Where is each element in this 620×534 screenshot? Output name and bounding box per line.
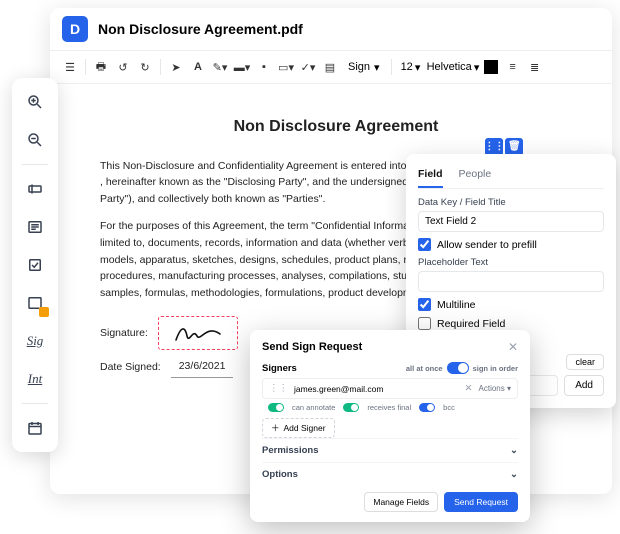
panel-tabs: Field People xyxy=(418,164,604,189)
app-logo-icon: D xyxy=(62,16,88,42)
plus-icon: ＋ xyxy=(271,422,280,434)
checkbox-tool-icon[interactable] xyxy=(19,249,51,281)
date-value: 23/6/2021 xyxy=(171,358,234,378)
document-title: Non Disclosure Agreement.pdf xyxy=(98,21,303,37)
bcc-toggle[interactable] xyxy=(419,403,435,412)
can-annotate-toggle[interactable] xyxy=(268,403,284,412)
multiline-checkbox[interactable]: Multiline xyxy=(418,298,604,311)
redo-icon[interactable]: ↻ xyxy=(135,57,155,77)
add-signer-button[interactable]: ＋Add Signer xyxy=(262,418,335,438)
signer-permissions-row: can annotate receives final bcc xyxy=(268,403,518,412)
datakey-label: Data Key / Field Title xyxy=(418,197,604,208)
field-handle[interactable]: ⋮⋮ 🗑 xyxy=(485,138,523,156)
text-field-tool-icon[interactable] xyxy=(19,173,51,205)
chevron-down-icon: ⌄ xyxy=(510,469,518,480)
tool-sidebar: Sig Int xyxy=(12,78,58,452)
shape-tool-dropdown[interactable]: ▭▾ xyxy=(276,57,296,77)
sign-in-order-label: sign in order xyxy=(473,364,518,373)
signature-glyph-icon xyxy=(173,322,223,344)
required-checkbox[interactable]: Required Field xyxy=(418,317,604,330)
allow-prefill-checkbox[interactable]: Allow sender to prefill xyxy=(418,238,604,251)
drag-handle-icon[interactable]: ⋮⋮ xyxy=(269,383,288,394)
color-swatch[interactable] xyxy=(481,57,501,77)
menu-icon[interactable]: ☰ xyxy=(60,57,80,77)
doc-heading: Non Disclosure Agreement xyxy=(100,114,572,140)
tab-field[interactable]: Field xyxy=(418,164,443,188)
datakey-input[interactable] xyxy=(418,211,604,232)
font-size-select[interactable]: 12▾ xyxy=(397,61,421,74)
chevron-down-icon: ⌄ xyxy=(510,445,518,456)
tab-people[interactable]: People xyxy=(459,164,492,188)
signature-tool-icon[interactable]: Sig xyxy=(19,325,51,357)
send-request-button[interactable]: Send Request xyxy=(444,492,518,512)
all-at-once-label: all at once xyxy=(406,364,443,373)
pen-tool-dropdown[interactable]: ✎▾ xyxy=(210,57,230,77)
remove-signer-icon[interactable]: ✕ xyxy=(465,383,473,394)
initials-tool-icon[interactable]: Int xyxy=(19,363,51,395)
font-family-select[interactable]: Helvetica▾ xyxy=(423,61,479,74)
permissions-section[interactable]: Permissions⌄ xyxy=(262,438,518,462)
titlebar: D Non Disclosure Agreement.pdf xyxy=(50,8,612,51)
align-center-icon[interactable]: ≣ xyxy=(525,57,545,77)
text-tool-icon[interactable]: A xyxy=(188,57,208,77)
paragraph-field-tool-icon[interactable] xyxy=(19,211,51,243)
drag-icon[interactable]: ⋮⋮ xyxy=(485,138,503,156)
comment-icon[interactable]: ▪ xyxy=(254,57,274,77)
align-left-icon[interactable]: ≡ xyxy=(503,57,523,77)
lock-badge-icon xyxy=(39,307,49,317)
zoom-in-icon[interactable] xyxy=(19,86,51,118)
signers-label: Signers xyxy=(262,363,297,374)
date-label: Date Signed: xyxy=(100,359,161,376)
sign-order-toggle[interactable] xyxy=(447,362,469,374)
placeholder-input[interactable] xyxy=(418,271,604,292)
highlight-tool-dropdown[interactable]: ▬▾ xyxy=(232,57,252,77)
print-icon[interactable]: 🖶 xyxy=(91,57,111,77)
placeholder-label: Placeholder Text xyxy=(418,257,604,268)
clear-button[interactable]: clear xyxy=(566,354,604,370)
signer-actions-dropdown[interactable]: Actions ▾ xyxy=(479,384,511,393)
delete-icon[interactable]: 🗑 xyxy=(505,138,523,156)
options-section[interactable]: Options⌄ xyxy=(262,462,518,486)
add-button[interactable]: Add xyxy=(564,375,604,396)
signature-field[interactable] xyxy=(158,316,238,350)
toolbar: ☰ 🖶 ↺ ↻ ➤ A ✎▾ ▬▾ ▪ ▭▾ ✓▾ ▤ Sign▾ 12▾ He… xyxy=(50,51,612,84)
send-sign-request-modal: Send Sign Request ✕ Signers all at once … xyxy=(250,330,530,522)
close-icon[interactable]: ✕ xyxy=(508,340,518,354)
manage-fields-button[interactable]: Manage Fields xyxy=(364,492,438,512)
signature-label: Signature: xyxy=(100,325,148,342)
check-tool-dropdown[interactable]: ✓▾ xyxy=(298,57,318,77)
image-tool-icon[interactable]: ▤ xyxy=(320,57,340,77)
lock-field-tool-icon[interactable] xyxy=(19,287,51,319)
signer-row: ⋮⋮ james.green@mail.com ✕ Actions ▾ xyxy=(262,378,518,399)
undo-icon[interactable]: ↺ xyxy=(113,57,133,77)
date-tool-icon[interactable] xyxy=(19,412,51,444)
signer-email: james.green@mail.com xyxy=(294,384,459,394)
receives-final-toggle[interactable] xyxy=(343,403,359,412)
modal-title: Send Sign Request xyxy=(262,341,362,353)
zoom-out-icon[interactable] xyxy=(19,124,51,156)
sign-dropdown[interactable]: Sign▾ xyxy=(342,59,386,76)
cursor-icon[interactable]: ➤ xyxy=(166,57,186,77)
